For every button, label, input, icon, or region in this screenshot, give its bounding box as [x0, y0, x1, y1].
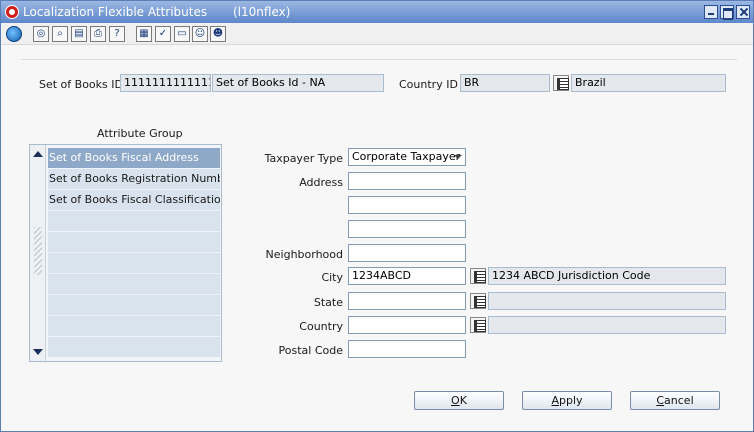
taxpayer-type-label: Taxpayer Type [264, 152, 343, 165]
edit-check-icon[interactable]: ✓ [155, 26, 171, 42]
window-title: Localization Flexible Attributes [23, 5, 208, 19]
apply-button[interactable]: Apply [522, 391, 612, 410]
list-item[interactable] [48, 337, 220, 357]
city-label: City [321, 271, 343, 284]
set-of-books-id-field[interactable]: 11111111111111 [120, 74, 211, 92]
help-circle-icon[interactable]: ◎ [33, 26, 49, 42]
user-edit-icon[interactable]: ☻ [210, 26, 226, 42]
ok-mnemonic: O [451, 394, 460, 407]
list-item[interactable] [48, 232, 220, 252]
list-item[interactable] [48, 211, 220, 231]
app-window: Localization Flexible Attributes (l10nfl… [0, 0, 754, 432]
list-item[interactable] [48, 274, 220, 294]
country-name-field: Brazil [571, 74, 726, 92]
cancel-label: ancel [664, 394, 694, 407]
address-line3-field[interactable] [348, 220, 466, 238]
attribute-group-title: Attribute Group [97, 127, 183, 140]
neighborhood-field[interactable] [348, 244, 466, 262]
close-window-button[interactable] [736, 5, 750, 19]
country-id-field[interactable]: BR [460, 74, 550, 92]
scroll-grip-icon[interactable] [34, 227, 42, 275]
maximize-button[interactable] [720, 5, 734, 20]
window-module-name: (l10nflex) [233, 5, 291, 19]
apply-label: pply [559, 394, 583, 407]
toolbar: ◎ ⌕ ▤ ⎙ ? ▦ ✓ ▭ ☺ ☻ [1, 23, 753, 45]
city-desc-field: 1234 ABCD Jurisdiction Code [488, 267, 726, 285]
lov-list-icon[interactable] [470, 293, 486, 309]
lov-list-icon[interactable] [553, 75, 569, 91]
taxpayer-type-select[interactable]: Corporate Taxpayer [348, 148, 466, 166]
state-label: State [313, 296, 343, 309]
country-id-label: Country ID [399, 78, 458, 91]
folder-icon[interactable]: ▭ [174, 26, 190, 42]
list-item[interactable] [48, 253, 220, 273]
cancel-mnemonic: C [656, 394, 665, 407]
clipboard-icon[interactable]: ▤ [71, 26, 87, 42]
print-icon[interactable]: ⎙ [90, 26, 106, 42]
city-field[interactable]: 1234ABCD [348, 267, 466, 285]
taxpayer-type-value: Corporate Taxpayer [352, 150, 461, 163]
state-field[interactable] [348, 292, 466, 310]
country-label: Country [299, 320, 343, 333]
list-item-fiscal-classifications[interactable]: Set of Books Fiscal Classifications [48, 190, 220, 210]
scroll-down-arrow-icon[interactable] [33, 349, 43, 355]
state-desc-field [488, 292, 726, 310]
chevron-down-icon[interactable] [454, 155, 462, 159]
user-icon[interactable]: ☺ [192, 26, 208, 42]
country-field[interactable] [348, 316, 466, 334]
country-desc-field [488, 316, 726, 334]
set-of-books-desc-field: Set of Books Id - NA [212, 74, 384, 92]
postal-code-label: Postal Code [278, 344, 343, 357]
find-icon[interactable]: ⌕ [52, 26, 68, 42]
ok-button[interactable]: OK [414, 391, 504, 410]
grid-icon[interactable]: ▦ [136, 26, 152, 42]
set-of-books-label: Set of Books ID [39, 78, 123, 91]
question-icon[interactable]: ? [109, 26, 125, 42]
apply-mnemonic: A [551, 394, 559, 407]
list-item-registration-numbers[interactable]: Set of Books Registration Numbers [48, 169, 220, 189]
list-item-fiscal-address[interactable]: Set of Books Fiscal Address [48, 148, 220, 168]
address-label: Address [299, 176, 343, 189]
address-line2-field[interactable] [348, 196, 466, 214]
scroll-up-arrow-icon[interactable] [33, 151, 43, 157]
neighborhood-label: Neighborhood [265, 248, 343, 261]
globe-icon[interactable] [6, 26, 22, 42]
lov-list-icon[interactable] [470, 317, 486, 333]
title-bar: Localization Flexible Attributes (l10nfl… [1, 1, 753, 23]
lov-list-icon[interactable] [470, 268, 486, 284]
postal-code-field[interactable] [348, 340, 466, 358]
list-item[interactable] [48, 316, 220, 336]
ok-label: K [459, 394, 467, 407]
list-item[interactable] [48, 295, 220, 315]
minimize-button[interactable] [704, 5, 718, 19]
oracle-logo-icon [5, 5, 19, 19]
cancel-button[interactable]: Cancel [630, 391, 720, 410]
address-line1-field[interactable] [348, 172, 466, 190]
attribute-group-list: Set of Books Fiscal Address Set of Books… [29, 144, 222, 362]
list-scrollbar[interactable] [30, 145, 46, 361]
